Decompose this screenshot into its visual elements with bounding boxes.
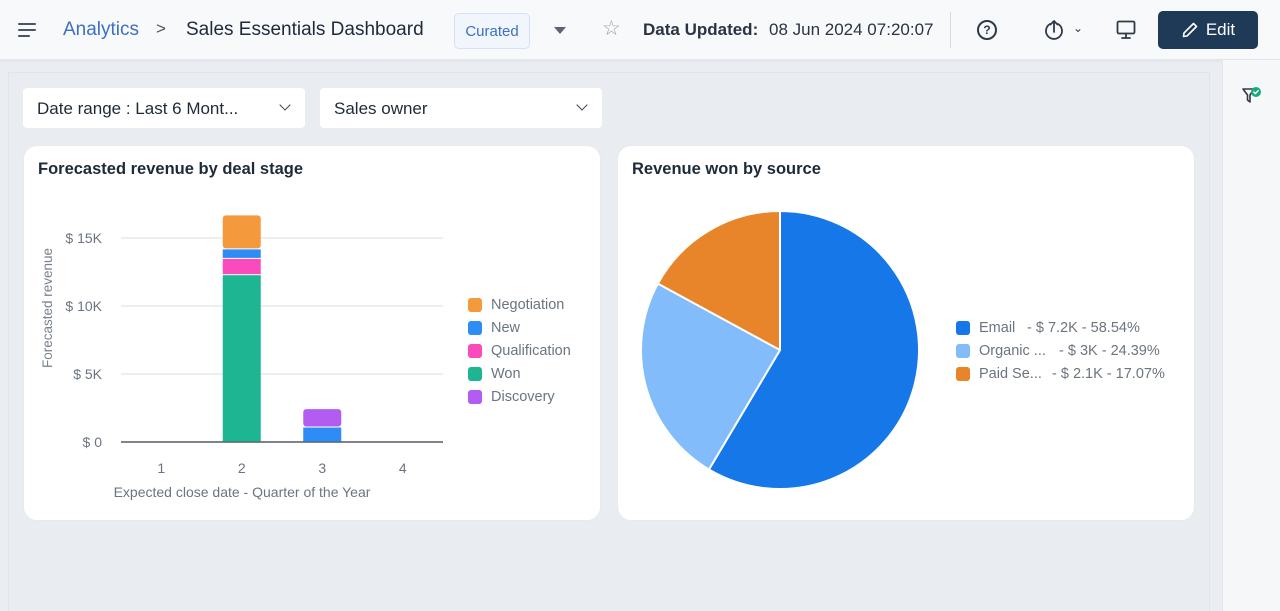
x-tick-label: 1 — [157, 460, 165, 476]
present-monitor-icon[interactable] — [1115, 19, 1137, 41]
x-tick-label: 3 — [318, 460, 326, 476]
curated-badge[interactable]: Curated — [454, 13, 530, 49]
bar-segment-new-q2[interactable] — [222, 249, 261, 258]
legend-item-paid-search[interactable]: Paid Se... - $ 2.1K - 17.07% — [956, 362, 1165, 385]
divider — [950, 12, 951, 48]
legend-swatch — [468, 321, 482, 336]
revenue-by-source-card[interactable]: Revenue won by source Email - $ 7.2K - 58… — [617, 145, 1195, 521]
dashboard-dropdown-icon[interactable] — [554, 27, 566, 34]
legend-swatch — [468, 298, 482, 313]
chevron-right-icon: > — [156, 19, 166, 38]
legend-label: Organic ... — [979, 342, 1046, 359]
data-updated-value: 08 Jun 2024 07:20:07 — [769, 20, 934, 39]
share-icon[interactable] — [1044, 19, 1064, 41]
data-updated-label: Data Updated: — [643, 20, 759, 39]
x-tick-label: 2 — [238, 460, 246, 476]
forecasted-revenue-card[interactable]: Forecasted revenue by deal stage $ 0 $ 5K… — [23, 145, 601, 521]
top-bar: Analytics > Sales Essentials Dashboard C… — [0, 0, 1280, 60]
legend-item-new[interactable]: New — [468, 317, 571, 340]
pencil-icon — [1182, 22, 1198, 38]
right-side-panel — [1222, 60, 1280, 611]
legend-item-won[interactable]: Won — [468, 362, 571, 385]
legend-label: New — [491, 320, 521, 337]
legend-swatch — [468, 343, 482, 358]
star-icon[interactable]: ☆ — [602, 18, 621, 39]
menu-icon[interactable] — [18, 22, 38, 38]
help-icon[interactable]: ? — [977, 20, 997, 40]
share-chevron-icon[interactable]: ⌄ — [1073, 21, 1083, 35]
date-range-label: Date range : Last 6 Mont... — [37, 99, 239, 118]
bar-segment-discovery-q3[interactable] — [303, 409, 342, 427]
legend-value: - $ 2.1K - 17.07% — [1052, 365, 1165, 382]
legend-swatch — [956, 343, 970, 358]
x-tick-label: 4 — [399, 460, 407, 476]
edit-button[interactable]: Edit — [1158, 11, 1258, 49]
edit-button-label: Edit — [1205, 20, 1236, 39]
chevron-down-icon — [279, 99, 291, 111]
y-tick-label: $ 15K — [65, 230, 102, 246]
sales-owner-label: Sales owner — [334, 99, 428, 118]
bar-segment-negotiation-q2[interactable] — [222, 215, 261, 249]
legend-value: - $ 3K - 24.39% — [1059, 342, 1160, 359]
chevron-down-icon — [576, 99, 588, 111]
legend-swatch — [468, 389, 482, 404]
legend-item-qualification[interactable]: Qualification — [468, 340, 571, 363]
breadcrumb-analytics[interactable]: Analytics — [63, 19, 139, 41]
x-axis-label: Expected close date - Quarter of the Yea… — [114, 484, 371, 500]
bar-segment-new-q3[interactable] — [303, 427, 342, 442]
page-title: Sales Essentials Dashboard — [186, 19, 424, 40]
legend-label: Negotiation — [491, 297, 565, 314]
sales-owner-filter[interactable]: Sales owner — [320, 88, 602, 128]
y-tick-label: $ 5K — [73, 366, 102, 382]
pie-chart-legend: Email - $ 7.2K - 58.54% Organic ... - $ 3K … — [956, 316, 1165, 385]
y-tick-label: $ 0 — [83, 434, 103, 450]
legend-item-discovery[interactable]: Discovery — [468, 385, 571, 408]
legend-label: Discovery — [491, 388, 555, 405]
y-tick-label: $ 10K — [65, 298, 102, 314]
legend-item-email[interactable]: Email - $ 7.2K - 58.54% — [956, 316, 1165, 339]
legend-swatch — [956, 320, 970, 335]
legend-swatch — [956, 366, 970, 381]
bar-segment-qualification-q2[interactable] — [222, 258, 261, 275]
legend-label: Email — [979, 319, 1016, 336]
legend-swatch — [468, 366, 482, 381]
legend-value: - $ 7.2K - 58.54% — [1027, 319, 1140, 336]
date-range-filter[interactable]: Date range : Last 6 Mont... — [23, 88, 305, 128]
filter-applied-icon[interactable] — [1241, 86, 1263, 106]
legend-label: Qualification — [491, 342, 571, 359]
legend-item-organic[interactable]: Organic ... - $ 3K - 24.39% — [956, 339, 1165, 362]
bar-chart-legend: Negotiation New Qualification Won Discovery — [468, 294, 571, 408]
bar-segment-won-q2[interactable] — [222, 275, 261, 442]
legend-label: Paid Se... — [979, 365, 1042, 382]
legend-label: Won — [491, 365, 521, 382]
y-axis-label: Forecasted revenue — [40, 248, 55, 368]
legend-item-negotiation[interactable]: Negotiation — [468, 294, 571, 317]
pie-chart — [640, 210, 920, 490]
